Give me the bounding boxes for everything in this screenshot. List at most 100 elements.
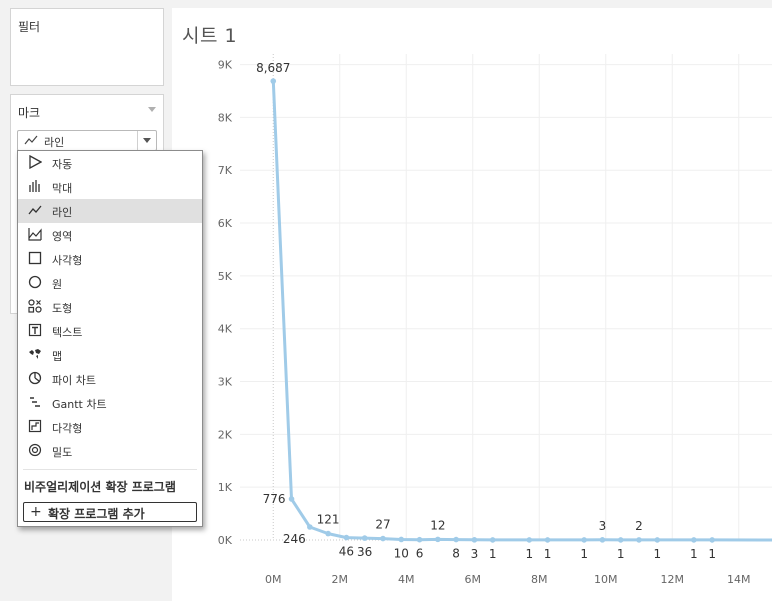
data-label: 2 [635,519,643,533]
data-label: 3 [471,547,479,561]
x-tick-label: 0M [265,573,282,586]
filters-shelf[interactable]: 필터 [10,8,164,86]
menu-item-shapes[interactable]: 도형 [18,295,202,319]
data-point [325,530,331,537]
circle-icon [28,275,42,289]
data-point [654,537,661,543]
menu-item-text[interactable]: 텍스트 [18,319,202,343]
mark-type-dropdown[interactable]: 라인 [17,130,157,151]
plus-icon: + [30,504,42,520]
data-label: 1 [708,547,716,561]
text-icon [28,323,42,337]
y-tick-label: 7K [218,164,233,177]
area-icon [28,228,42,241]
menu-item-label: 텍스트 [52,326,83,339]
data-point [380,535,386,542]
data-point [617,537,624,543]
data-label: 46 [339,545,354,559]
data-point [471,537,478,543]
line-icon [28,205,42,215]
menu-item-label: 사각형 [52,254,83,267]
x-tick-label: 8M [531,573,548,586]
menu-item-pie[interactable]: 파이 차트 [18,367,202,391]
data-point [416,536,423,543]
menu-item-bar[interactable]: 막대 [18,175,202,199]
data-label: 1 [489,547,497,561]
chart-axes: 0K 1K 2K 3K 4K 5K 6K 7K 8K 9K 0M 2M 4M 6M 8M 10M 12M 14M [218,54,772,586]
x-tick-label: 4M [398,573,415,586]
y-tick-label: 6K [218,217,233,230]
data-point [526,537,533,543]
data-label: 1 [525,547,533,561]
data-label: 3 [599,519,607,533]
x-tick-label: 6M [465,573,482,586]
data-point [307,524,313,530]
menu-item-area[interactable]: 영역 [18,223,202,247]
data-point [343,534,350,541]
data-label: 1 [580,547,588,561]
menu-item-label: 파이 차트 [52,374,96,387]
data-point [435,536,441,543]
square-icon [28,251,42,265]
menu-item-auto[interactable]: 자동 [18,151,202,175]
data-point [581,537,587,543]
data-label: 8,687 [256,61,290,75]
chevron-down-icon[interactable] [137,131,156,150]
y-tick-label: 5K [218,270,233,283]
shapes-icon [28,299,42,313]
data-label: 121 [317,513,340,527]
menu-item-label: Gantt 차트 [52,398,107,411]
menu-item-map[interactable]: 맵 [18,343,202,367]
y-tick-label: 9K [218,59,233,72]
menu-item-label: 원 [52,278,63,291]
menu-item-label: 라인 [52,206,73,219]
chart-series [270,78,772,543]
menu-item-square[interactable]: 사각형 [18,247,202,271]
menu-item-circle[interactable]: 원 [18,271,202,295]
data-point [453,536,459,543]
series-line [271,81,772,542]
data-point [636,537,642,543]
menu-item-label: 다각형 [52,422,83,435]
add-extension-label: 확장 프로그램 추가 [48,507,145,521]
pie-icon [28,371,42,385]
line-chart: 0K1K2K3K4K5K6K7K8K9K0M 2M 4M 6M 8M 10M 12M 14M … [218,54,772,586]
menu-item-label: 밀도 [52,446,73,459]
y-tick-label: 1K [218,481,233,494]
x-tick-label: 10M [594,573,618,586]
menu-item-label: 도형 [52,302,73,315]
data-label: 8 [452,547,460,561]
data-label: 246 [283,532,306,546]
map-icon [29,349,41,359]
data-label: 10 [394,546,409,560]
data-point [489,537,496,543]
marks-card-menu-caret[interactable] [148,107,156,112]
line-icon [24,135,38,145]
auto-triangle-icon [29,155,42,169]
data-point [709,537,715,543]
x-tick-label: 12M [661,573,685,586]
y-tick-label: 2K [218,428,233,441]
y-tick-label: 3K [218,376,233,389]
mark-type-selected-label: 라인 [44,136,65,149]
data-point [288,496,295,502]
add-extension-button[interactable]: + 확장 프로그램 추가 [23,502,197,522]
data-point [398,536,405,543]
menu-item-label: 영역 [52,230,73,243]
data-label: 1 [690,547,698,561]
density-icon [28,443,42,457]
viz-extensions-header: 비주얼리제이션 확장 프로그램 [24,480,176,494]
menu-item-density[interactable]: 밀도 [18,439,202,463]
menu-item-line[interactable]: 라인 [18,199,202,223]
menu-item-polygon[interactable]: 다각형 [18,415,202,439]
data-label: 1 [544,547,552,561]
y-tick-label: 0K [218,534,233,547]
worksheet-view: 시트 1 0K 1K 2K 3K 4K 5K 6K 7K 8K 9K 0M 2M 4M 6M 8M 10M 12… [172,8,772,601]
polygon-icon [28,419,42,433]
y-tick-label: 8K [218,111,233,124]
menu-item-gantt[interactable]: Gantt 차트 [18,391,202,415]
data-label: 1 [617,547,625,561]
chart-data-labels: 8,68777624612146 362710 6128 3 1 1 1 13121 1 1 [256,61,716,561]
menu-item-label: 막대 [52,182,73,195]
x-tick-label: 14M [727,573,751,586]
